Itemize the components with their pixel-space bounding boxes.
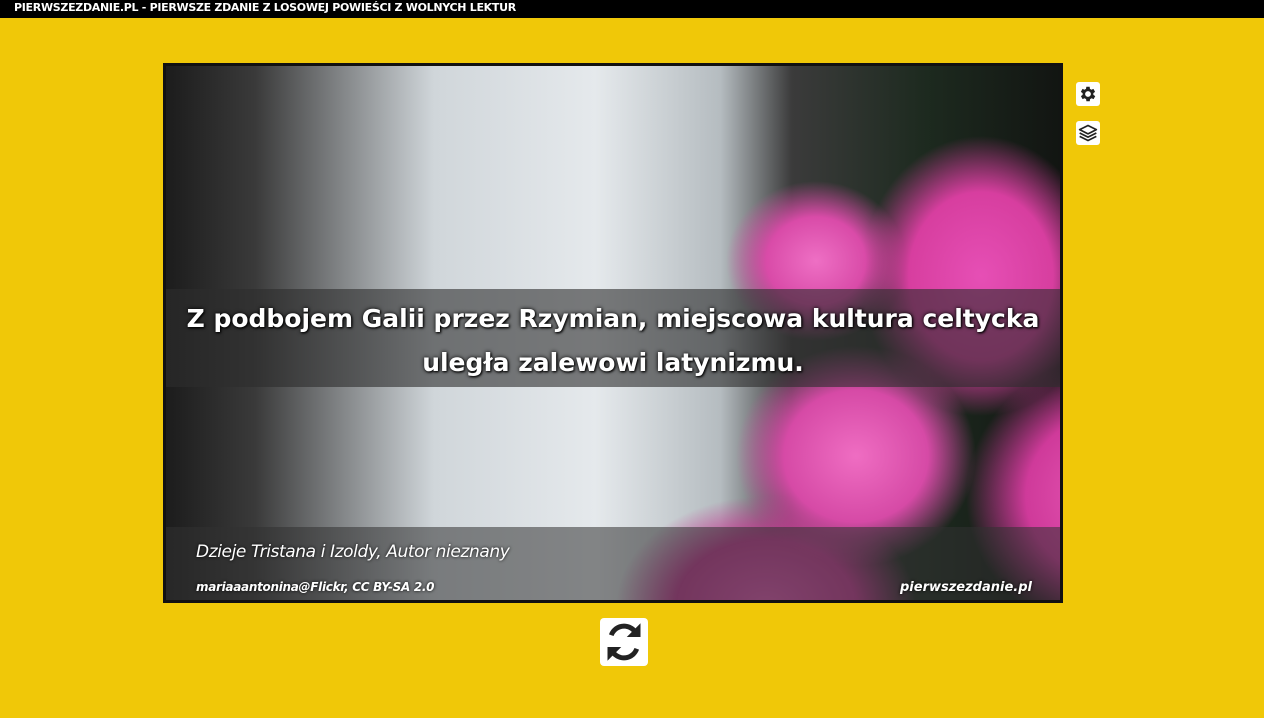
settings-button[interactable] <box>1076 82 1100 106</box>
book-source: Dzieje Tristana i Izoldy, Autor nieznany <box>196 542 510 562</box>
layers-button[interactable] <box>1076 121 1100 145</box>
photo-credit: mariaaantonina@Flickr, CC BY-SA 2.0 <box>196 580 435 594</box>
refresh-icon <box>607 623 641 661</box>
quote-card: Z podbojem Galii przez Rzymian, miejscow… <box>163 63 1063 603</box>
layers-icon <box>1078 124 1098 142</box>
quote-text: Z podbojem Galii przez Rzymian, miejscow… <box>186 304 1040 377</box>
gear-icon <box>1080 86 1096 102</box>
site-watermark: pierwszezdanie.pl <box>900 580 1032 595</box>
refresh-button[interactable] <box>600 618 648 666</box>
top-bar-title: PIERWSZEZDANIE.PL - PIERWSZE ZDANIE Z LO… <box>0 0 1264 18</box>
